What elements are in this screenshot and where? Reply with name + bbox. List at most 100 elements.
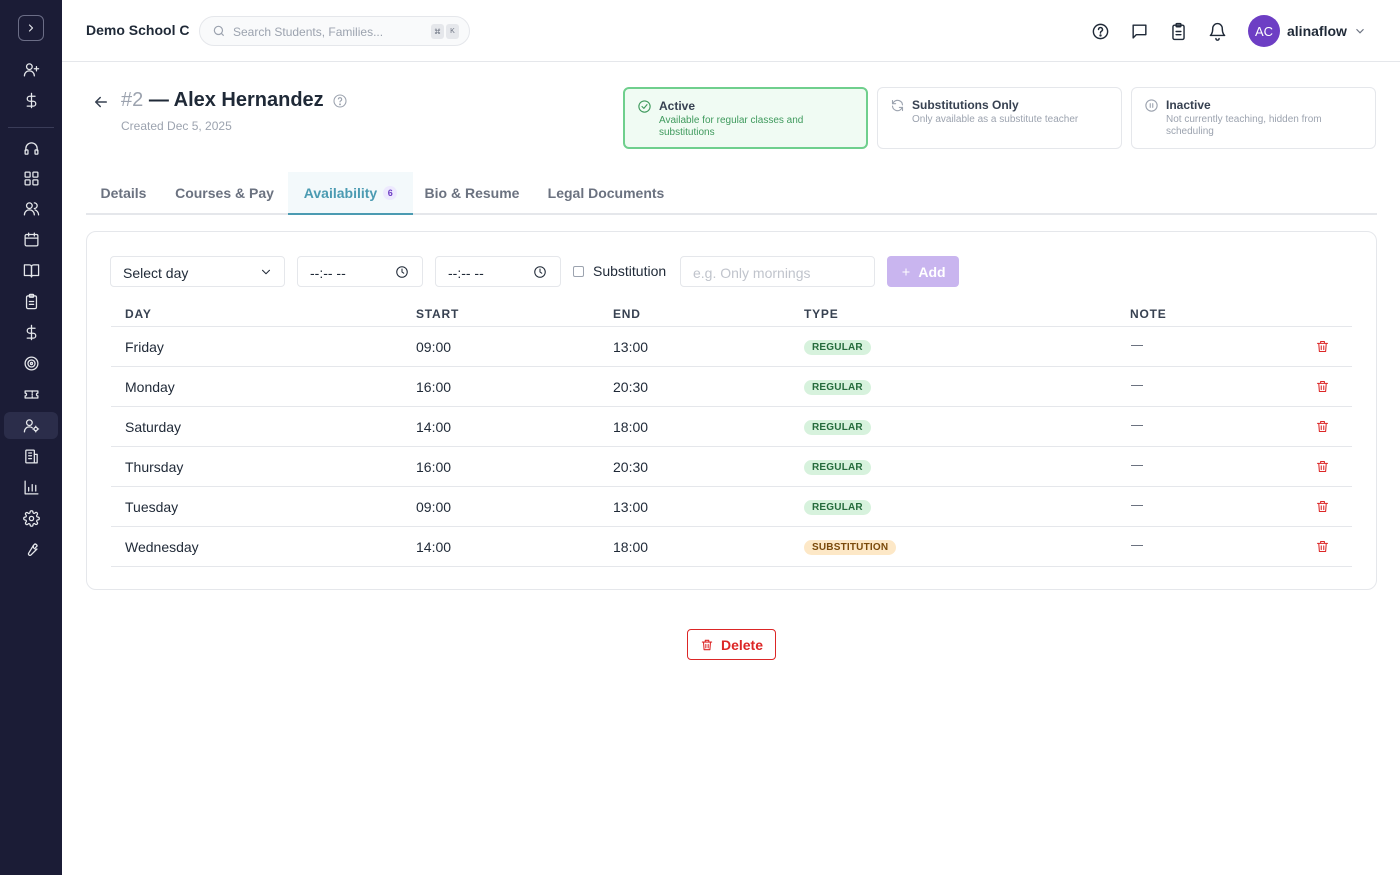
sidebar-item-tickets[interactable] [4,381,58,408]
book-icon [23,264,39,278]
tab-label: Bio & Resume [424,185,520,201]
user-avatar[interactable]: AC [1248,15,1280,47]
trash-icon[interactable] [1315,539,1330,554]
trash-icon[interactable] [1315,499,1330,514]
note-empty [1131,465,1143,466]
cell-end: 20:30 [613,379,649,395]
sidebar-item-reports[interactable] [4,474,58,501]
note-empty [1131,505,1143,506]
notifications-button[interactable] [1206,20,1228,42]
sidebar-item-dashboard[interactable] [4,165,58,192]
trash-icon[interactable] [1315,379,1330,394]
school-name[interactable]: Demo School C [86,22,189,38]
tab-label: Availability [303,185,378,201]
type-badge: REGULAR [804,420,871,435]
delete-button[interactable]: Delete [687,629,776,660]
sidebar-item-support[interactable] [4,135,58,162]
sidebar-divider [8,127,54,128]
building-icon [24,449,38,464]
cell-end: 18:00 [613,539,649,555]
sidebar-item-admissions[interactable] [4,56,58,83]
cell-start: 14:00 [416,539,452,555]
cell-start: 09:00 [416,339,452,355]
tab-label: Legal Documents [547,185,665,201]
end-time-value: --:-- -- [448,265,484,281]
status-option-substitutions-only[interactable]: Substitutions Only Only available as a s… [877,87,1122,149]
target-icon [23,356,39,371]
sidebar-item-locations[interactable] [4,443,58,470]
end-time-input[interactable]: --:-- -- [435,256,561,287]
dollar-icon [26,324,36,341]
check-circle-icon [638,100,651,113]
pause-circle-icon [1145,99,1158,112]
shortcut-key-cmd: ⌘ [431,24,444,39]
type-badge: SUBSTITUTION [804,540,897,555]
cell-start: 16:00 [416,459,452,475]
substitution-checkbox[interactable] [573,266,584,277]
status-title: Substitutions Only [912,98,1019,112]
user-name[interactable]: alinaflow [1287,23,1347,39]
trash-icon[interactable] [1315,459,1330,474]
cell-end: 13:00 [613,339,649,355]
status-description: Only available as a substitute teacher [912,114,1079,125]
help-circle-icon[interactable] [332,93,348,109]
sidebar-item-people[interactable] [4,195,58,222]
type-badge: REGULAR [804,460,871,475]
substitution-label[interactable]: Substitution [593,263,666,279]
chat-icon [1131,23,1147,39]
tab-bio-resume[interactable]: Bio & Resume [417,172,527,215]
table-row: Monday 16:00 20:30 REGULAR [111,367,1352,407]
add-button[interactable]: Add [887,256,959,287]
messages-button[interactable] [1128,20,1150,42]
note-empty [1131,385,1143,386]
start-time-input[interactable]: --:-- -- [297,256,423,287]
search-icon [213,25,225,37]
status-option-inactive[interactable]: Inactive Not currently teaching, hidden … [1131,87,1376,149]
status-title: Inactive [1166,98,1211,112]
note-input[interactable]: e.g. Only mornings [680,256,875,287]
day-select[interactable]: Select day [110,256,285,287]
tab-courses-pay[interactable]: Courses & Pay [165,172,284,215]
sidebar-item-calendar[interactable] [4,226,58,253]
tab-availability[interactable]: Availability 6 [288,172,413,215]
status-option-active[interactable]: Active Available for regular classes and… [623,87,868,149]
sidebar-item-goals[interactable] [4,350,58,377]
sidebar-toggle-button[interactable] [18,15,44,41]
status-title: Active [659,99,696,113]
sidebar-item-finance[interactable] [4,319,58,346]
sidebar-item-tasks[interactable] [4,288,58,315]
status-description: Available for regular classes and substi… [659,115,804,138]
sidebar-item-settings[interactable] [4,505,58,532]
tasks-button[interactable] [1167,20,1189,42]
wrench-icon [27,543,38,557]
global-search[interactable]: Search Students, Families... ⌘ K [199,16,470,46]
back-arrow-icon[interactable] [92,93,110,111]
top-bar: Demo School C Search Students, Families.… [62,0,1400,62]
status-description: Not currently teaching, hidden from sche… [1166,114,1322,137]
user-cog-icon [23,419,39,433]
tab-details[interactable]: Details [86,172,161,215]
chevron-down-icon[interactable] [1353,24,1367,38]
sidebar-item-courses[interactable] [4,257,58,284]
table-row: Tuesday 09:00 13:00 REGULAR [111,487,1352,527]
table-row: Saturday 14:00 18:00 REGULAR [111,407,1352,447]
availability-card: Select day --:-- -- --:-- -- Substitutio… [86,231,1377,590]
trash-icon[interactable] [1315,419,1330,434]
help-button[interactable] [1089,20,1111,42]
trash-icon[interactable] [1315,339,1330,354]
tab-bar: Details Courses & Pay Availability 6 Bio … [86,172,1377,215]
tab-legal-documents[interactable]: Legal Documents [538,172,674,215]
sidebar-item-tools[interactable] [4,536,58,563]
dollar-icon [26,92,36,109]
refresh-icon [891,99,904,112]
ticket-icon [23,390,39,399]
tab-label: Details [100,185,147,201]
sidebar-item-billing[interactable] [4,87,58,114]
add-label: Add [918,263,946,280]
cell-day: Friday [125,339,164,355]
sidebar-item-teachers[interactable] [4,412,58,439]
cell-end: 18:00 [613,419,649,435]
search-input[interactable]: Search Students, Families... [233,25,383,39]
column-header-end: END [613,307,641,321]
note-empty [1131,545,1143,546]
